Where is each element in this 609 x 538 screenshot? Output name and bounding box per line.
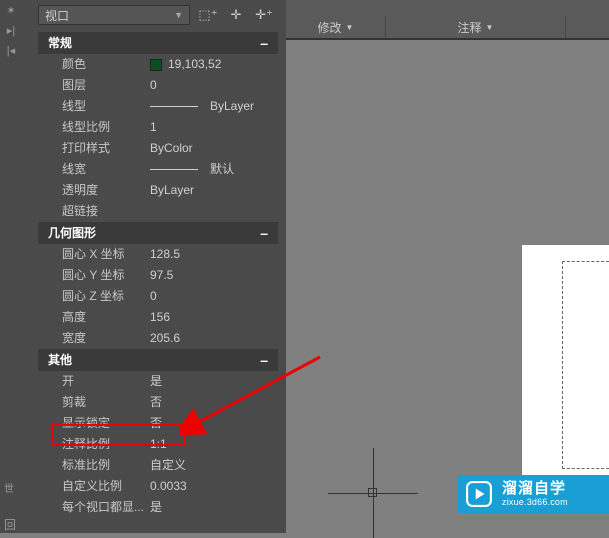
prop-value-color[interactable]: 19,103,52 (146, 54, 278, 75)
collapse-icon: – (260, 222, 268, 244)
watermark-title: 溜溜自学 (502, 480, 568, 497)
prop-label: 注释比例 (38, 434, 146, 455)
dropdown-label: 视口 (45, 7, 69, 24)
watermark-url: zixue.3d66.com (502, 497, 568, 507)
prop-label: 剪裁 (38, 392, 146, 413)
line-sample-icon (150, 106, 198, 107)
prop-value-lineweight[interactable]: 默认 (146, 159, 278, 180)
prop-value-display-lock[interactable]: 否 (146, 413, 278, 434)
prop-row-linetype: 线型 ByLayer (38, 96, 278, 117)
ribbon-panel-annotate[interactable]: 注释 ▼ (386, 16, 566, 38)
prop-label: 自定义比例 (38, 476, 146, 497)
prop-value-each-viewport[interactable]: 是 (146, 497, 278, 518)
prop-value-plotstyle[interactable]: ByColor (146, 138, 278, 159)
section-general-title: 常规 (48, 32, 72, 54)
prop-row-hyperlink: 超链接 (38, 201, 278, 222)
prop-value-transparency[interactable]: ByLayer (146, 180, 278, 201)
prop-row-on: 开 是 (38, 371, 278, 392)
prop-label: 图层 (38, 75, 146, 96)
tool-icon-2[interactable]: ▸| (4, 24, 18, 38)
prop-row-each-viewport: 每个视口都显... 是 (38, 497, 278, 518)
prop-row-stdscale: 标准比例 自定义 (38, 455, 278, 476)
prop-row-color: 颜色 19,103,52 (38, 54, 278, 75)
prop-row-width: 宽度 205.6 (38, 328, 278, 349)
prop-row-annoscale: 注释比例 1:1 (38, 434, 278, 455)
prop-row-custscale: 自定义比例 0.0033 (38, 476, 278, 497)
prop-label: 线型比例 (38, 117, 146, 138)
prop-row-ltscale: 线型比例 1 (38, 117, 278, 138)
prop-label: 透明度 (38, 180, 146, 201)
tool-icon-1[interactable]: ✶ (4, 4, 18, 18)
collapse-icon: – (260, 32, 268, 54)
prop-label: 圆心 Z 坐标 (38, 286, 146, 307)
prop-value-hyperlink[interactable] (146, 201, 278, 222)
prop-label: 线宽 (38, 159, 146, 180)
chevron-down-icon: ▼ (486, 23, 494, 32)
color-swatch-icon (150, 59, 162, 71)
object-type-dropdown[interactable]: 视口 ▼ (38, 5, 190, 25)
tool-icon-3[interactable]: |◂ (4, 44, 18, 58)
section-general-header[interactable]: 常规 – (38, 32, 278, 54)
section-misc-title: 其他 (48, 349, 72, 371)
prop-value-ltscale[interactable]: 1 (146, 117, 278, 138)
prop-label: 颜色 (38, 54, 146, 75)
prop-row-lineweight: 线宽 默认 (38, 159, 278, 180)
prop-value-on[interactable]: 是 (146, 371, 278, 392)
prop-value-custscale[interactable]: 0.0033 (146, 476, 278, 497)
prop-label: 线型 (38, 96, 146, 117)
line-sample-icon (150, 169, 198, 170)
tool-icon-wcs[interactable]: 世 (4, 480, 18, 494)
prop-value-cy[interactable]: 97.5 (146, 265, 278, 286)
prop-label: 超链接 (38, 201, 146, 222)
section-misc-header[interactable]: 其他 – (38, 349, 278, 371)
prop-row-cx: 圆心 X 坐标 128.5 (38, 244, 278, 265)
prop-label: 高度 (38, 307, 146, 328)
section-geometry-header[interactable]: 几何图形 – (38, 222, 278, 244)
select-icon-1[interactable]: ⬚⁺ (198, 5, 218, 25)
prop-row-transparency: 透明度 ByLayer (38, 180, 278, 201)
chevron-down-icon: ▼ (346, 23, 354, 32)
prop-label: 标准比例 (38, 455, 146, 476)
play-icon (462, 477, 496, 511)
watermark-banner: 溜溜自学 zixue.3d66.com (458, 475, 609, 513)
prop-row-height: 高度 156 (38, 307, 278, 328)
prop-row-plotstyle: 打印样式 ByColor (38, 138, 278, 159)
prop-value-annoscale[interactable]: 1:1 (146, 434, 278, 455)
prop-value-stdscale[interactable]: 自定义 (146, 455, 278, 476)
ribbon-panel-modify[interactable]: 修改 ▼ (286, 16, 386, 38)
prop-value-layer[interactable]: 0 (146, 75, 278, 96)
prop-row-layer: 图层 0 (38, 75, 278, 96)
prop-value-height[interactable]: 156 (146, 307, 278, 328)
prop-row-cz: 圆心 Z 坐标 0 (38, 286, 278, 307)
prop-label: 开 (38, 371, 146, 392)
prop-row-cy: 圆心 Y 坐标 97.5 (38, 265, 278, 286)
prop-row-clip: 剪裁 否 (38, 392, 278, 413)
prop-value-width[interactable]: 205.6 (146, 328, 278, 349)
section-geometry-title: 几何图形 (48, 222, 96, 244)
prop-label: 显示锁定 (38, 413, 146, 434)
select-icon-3[interactable]: ✛⁺ (254, 5, 274, 25)
prop-label: 每个视口都显... (38, 497, 146, 518)
prop-row-display-lock: 显示锁定 否 (38, 413, 278, 434)
prop-value-cz[interactable]: 0 (146, 286, 278, 307)
collapse-icon: – (260, 349, 268, 371)
prop-label: 宽度 (38, 328, 146, 349)
prop-value-cx[interactable]: 128.5 (146, 244, 278, 265)
tool-icon-back[interactable]: 回 (4, 516, 18, 530)
prop-label: 打印样式 (38, 138, 146, 159)
prop-label: 圆心 X 坐标 (38, 244, 146, 265)
printable-area (562, 261, 609, 469)
prop-label: 圆心 Y 坐标 (38, 265, 146, 286)
prop-value-clip[interactable]: 否 (146, 392, 278, 413)
select-icon-2[interactable]: ✛ (226, 5, 246, 25)
chevron-down-icon: ▼ (174, 10, 183, 20)
prop-value-linetype[interactable]: ByLayer (146, 96, 278, 117)
